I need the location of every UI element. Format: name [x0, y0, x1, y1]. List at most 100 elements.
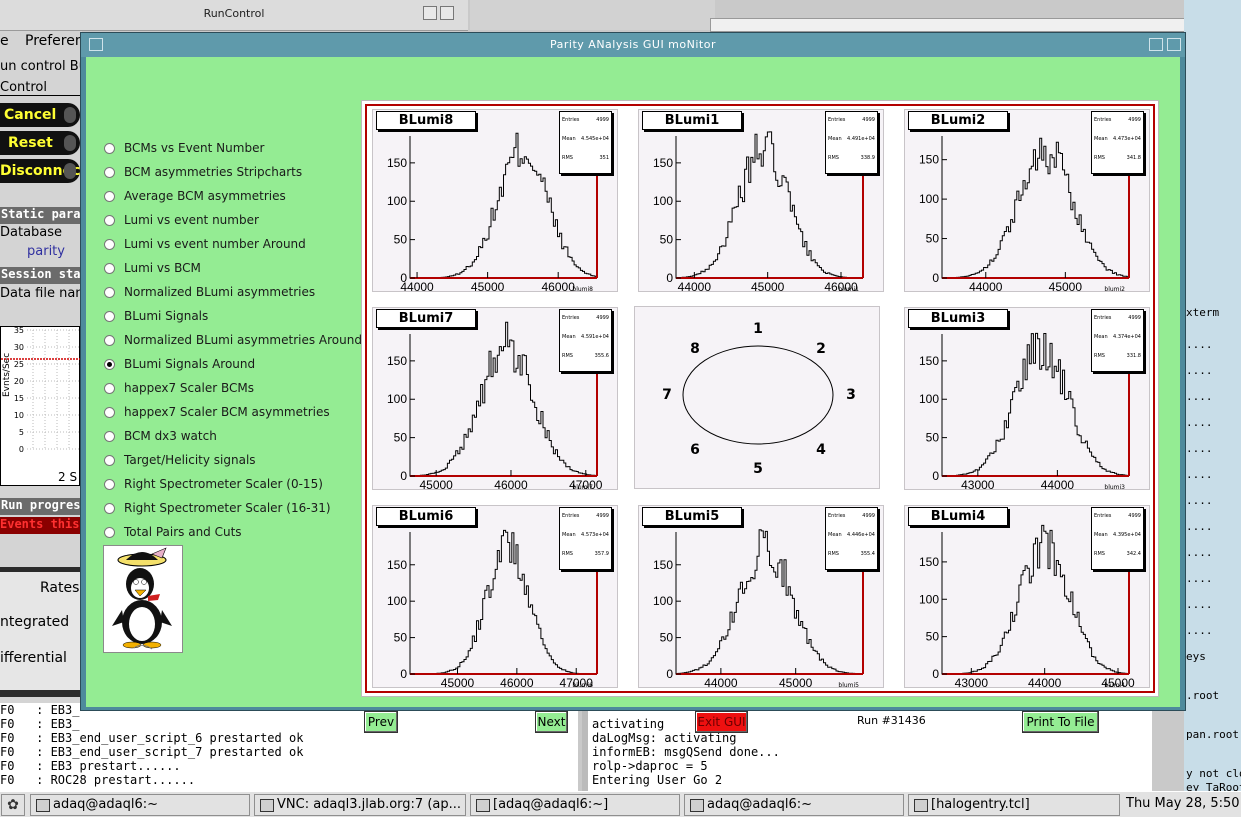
radio-unselected-icon[interactable]	[104, 310, 115, 322]
plot-option-radio[interactable]: Total Pairs and Cuts	[104, 525, 242, 539]
taskbar-item[interactable]: adaq@adaql6:~	[30, 794, 250, 816]
radio-unselected-icon[interactable]	[104, 382, 115, 394]
taskbar-item[interactable]: VNC: adaql3.jlab.org:7 (ap...	[254, 794, 466, 816]
plot-option-radio[interactable]: Average BCM asymmetries	[104, 189, 286, 203]
plot-option-radio[interactable]: happex7 Scaler BCM asymmetries	[104, 405, 330, 419]
histogram-canvas[interactable]: 12345678 0 50 100 150 44000 45000 46000 blumi8 B…	[361, 100, 1159, 697]
x-tick-label: 44000	[969, 280, 1003, 293]
stats-value: 4999	[862, 117, 875, 123]
plot-option-radio[interactable]: Target/Helicity signals	[104, 453, 256, 467]
canvas-frame: 12345678 0 50 100 150 44000 45000 46000 blumi8 B…	[365, 104, 1155, 693]
plot-option-radio[interactable]: Lumi vs event number	[104, 213, 259, 227]
reset-button[interactable]: Reset	[0, 131, 80, 155]
stats-key: RMS	[828, 551, 839, 557]
radio-unselected-icon[interactable]	[104, 238, 115, 250]
minimize-button[interactable]	[423, 6, 437, 20]
radio-unselected-icon[interactable]	[104, 334, 115, 346]
histogram-pad-blumi4[interactable]: 0 50 100 150 43000 44000 45000 blumi4 BLumi4 Entr…	[904, 505, 1150, 689]
cancel-button[interactable]: Cancel	[0, 103, 80, 127]
y-tick-label: 50	[394, 431, 408, 445]
terminal-dots: ....	[1186, 338, 1213, 351]
histogram-title: BLumi4	[908, 507, 1008, 526]
radio-unselected-icon[interactable]	[104, 142, 115, 154]
histogram-pad-blumi1[interactable]: 0 50 100 150 44000 45000 46000 blumi1 BLumi1 Entr…	[638, 109, 884, 293]
radio-unselected-icon[interactable]	[104, 262, 115, 274]
integrated-label: ntegrated	[0, 614, 70, 630]
y-tick-label: 0	[666, 271, 673, 285]
plot-option-radio[interactable]: Normalized BLumi asymmetries	[104, 285, 315, 299]
histogram-pad-blumi8[interactable]: 0 50 100 150 44000 45000 46000 blumi8 BLumi8 Entr…	[372, 109, 618, 293]
terminal-left[interactable]: F0 : EB3_ F0 : EB3_ F0 : EB3_end_user_scri…	[0, 703, 578, 791]
next-button[interactable]: Next	[535, 711, 568, 733]
histogram-pad-blumi2[interactable]: 0 50 100 150 44000 45000 blumi2 BLumi2 Entries 49…	[904, 109, 1150, 293]
stats-value: 355.4	[860, 551, 875, 557]
radio-unselected-icon[interactable]	[104, 406, 115, 418]
runcontrol-titlebar[interactable]: RunControl	[0, 0, 468, 31]
static-params-header: Static param	[0, 207, 82, 224]
stats-value: 4.491e+04	[847, 136, 875, 142]
differential-label: ifferential	[0, 650, 67, 666]
plot-option-radio[interactable]: Right Spectrometer Scaler (16-31)	[104, 501, 331, 515]
plot-option-radio[interactable]: BLumi Signals Around	[104, 357, 255, 371]
histogram-pad-blumi7[interactable]: 0 50 100 150 45000 46000 47000 blumi7 BLumi7 Entr…	[372, 307, 618, 491]
run-progress-header: Run progress	[0, 498, 82, 515]
radio-unselected-icon[interactable]	[104, 214, 115, 226]
radio-unselected-icon[interactable]	[104, 430, 115, 442]
radio-unselected-icon[interactable]	[104, 478, 115, 490]
radio-unselected-icon[interactable]	[104, 502, 115, 514]
terminal-dots: ....	[1186, 364, 1213, 377]
x-tick-label: 46000	[542, 280, 576, 293]
start-menu-icon[interactable]: ✿	[1, 794, 25, 816]
terminal-line: informEB: msgQSend done...	[592, 745, 780, 759]
plot-option-radio[interactable]: BLumi Signals	[104, 309, 208, 323]
plot-option-radio[interactable]: BCM asymmetries Stripcharts	[104, 165, 302, 179]
maximize-button[interactable]	[440, 6, 454, 20]
stats-box: Entries 4999 Mean 4.395e+04 RMS 342.4	[1091, 507, 1144, 570]
terminal-dots: ....	[1186, 494, 1213, 507]
stats-box: Entries 4999 Mean 4.374e+04 RMS 331.8	[1091, 309, 1144, 372]
print-to-file-button[interactable]: Print To File	[1022, 711, 1099, 733]
x-axis-label: blumi1	[838, 286, 859, 293]
plot-option-radio[interactable]: Lumi vs BCM	[104, 261, 201, 275]
rate-tick-label: 20	[14, 377, 24, 386]
maximize-button[interactable]	[1167, 38, 1181, 51]
stats-key: Mean	[1094, 136, 1108, 142]
radio-unselected-icon[interactable]	[104, 190, 115, 202]
radio-unselected-icon[interactable]	[104, 526, 115, 538]
panam-titlebar[interactable]: Parity ANalysis GUI moNitor	[81, 33, 1185, 57]
histogram-pad-blumi3[interactable]: 0 50 100 150 43000 44000 blumi3 BLumi3 Entries 49…	[904, 307, 1150, 491]
plot-option-radio[interactable]: Normalized BLumi asymmetries Around	[104, 333, 362, 347]
rate-tick-label: 5	[19, 428, 24, 437]
y-tick-label: 50	[926, 232, 940, 246]
x-axis-label: blumi6	[572, 682, 593, 689]
stats-key: RMS	[562, 551, 573, 557]
stats-value: 4.573e+04	[581, 532, 609, 538]
prev-button[interactable]: Prev	[364, 711, 398, 733]
plot-option-label: Right Spectrometer Scaler (0-15)	[124, 477, 323, 491]
exit-gui-button[interactable]: Exit GUI	[695, 711, 748, 733]
taskbar-item[interactable]: adaq@adaql6:~	[684, 794, 904, 816]
radio-unselected-icon[interactable]	[104, 166, 115, 178]
y-tick-label: 50	[926, 431, 940, 445]
histogram-title: BLumi3	[908, 309, 1008, 328]
plot-option-radio[interactable]: BCM dx3 watch	[104, 429, 217, 443]
radio-unselected-icon[interactable]	[104, 454, 115, 466]
plot-option-radio[interactable]: BCMs vs Event Number	[104, 141, 264, 155]
plot-option-label: Target/Helicity signals	[124, 453, 256, 467]
taskbar-item[interactable]: [halogentry.tcl]	[908, 794, 1120, 816]
stats-value: 357.9	[594, 551, 609, 557]
lumi-position-label: 8	[690, 341, 700, 357]
stats-key: Entries	[562, 315, 580, 321]
taskbar-item[interactable]: [adaq@adaql6:~]	[470, 794, 680, 816]
minimize-button[interactable]	[1149, 38, 1163, 51]
plot-option-radio[interactable]: Right Spectrometer Scaler (0-15)	[104, 477, 323, 491]
menu-preferences[interactable]: Preferen	[25, 33, 84, 49]
radio-unselected-icon[interactable]	[104, 286, 115, 298]
histogram-pad-blumi5[interactable]: 0 50 100 150 44000 45000 blumi5 BLumi5 Entries 49…	[638, 505, 884, 689]
plot-option-radio[interactable]: Lumi vs event number Around	[104, 237, 306, 251]
radio-selected-icon[interactable]	[104, 358, 115, 370]
disconnect-button[interactable]: Disconnect	[0, 159, 80, 183]
menu-file[interactable]: e	[0, 33, 9, 49]
histogram-pad-blumi6[interactable]: 0 50 100 150 45000 46000 47000 blumi6 BLumi6 Entr…	[372, 505, 618, 689]
plot-option-radio[interactable]: happex7 Scaler BCMs	[104, 381, 254, 395]
